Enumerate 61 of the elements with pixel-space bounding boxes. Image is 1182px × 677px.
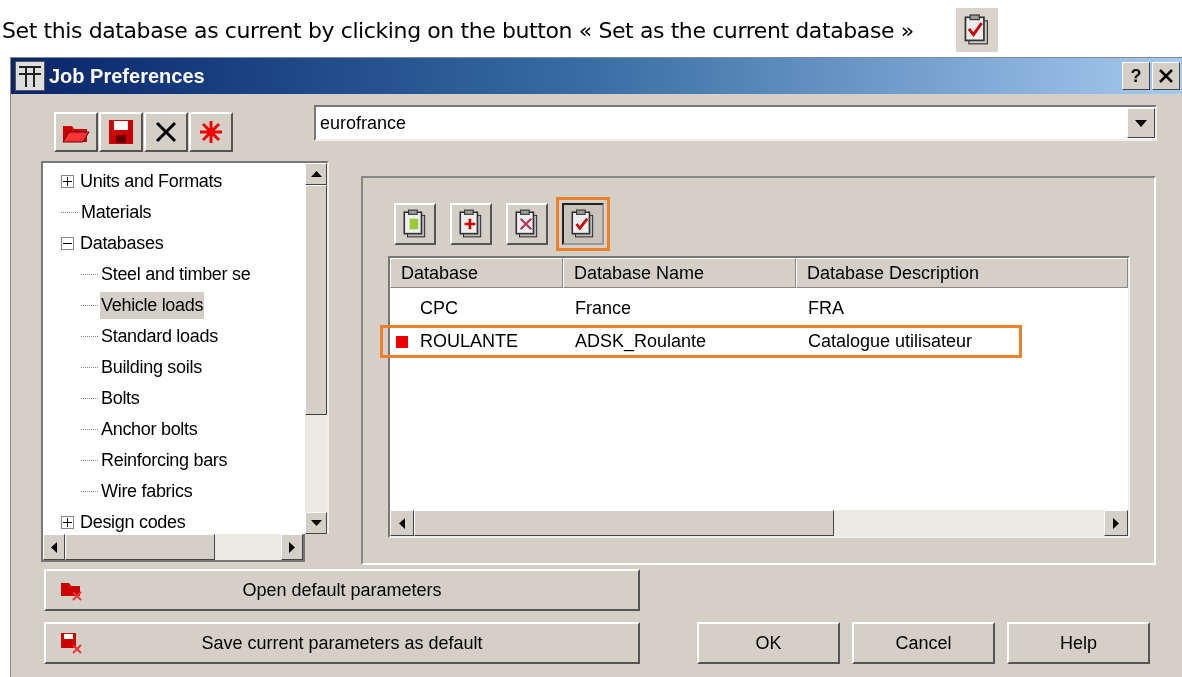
floppy-disk-icon: [60, 632, 84, 654]
scroll-left-icon[interactable]: [43, 534, 65, 560]
tree-item[interactable]: Building soils: [100, 354, 203, 381]
clipboard-check-icon: [955, 8, 998, 52]
tree-item[interactable]: Steel and timber se: [100, 261, 252, 288]
tree-item[interactable]: Reinforcing bars: [100, 447, 229, 474]
scroll-thumb[interactable]: [65, 534, 215, 560]
combo-value: eurofrance: [319, 111, 408, 135]
table-cell-text: Catalogue utilisateur: [808, 330, 973, 353]
tree-item[interactable]: Bolts: [100, 385, 141, 412]
floppy-disk-button[interactable]: [99, 112, 143, 152]
expand-icon[interactable]: [61, 175, 74, 188]
scroll-down-icon[interactable]: [305, 512, 327, 534]
instruction-text: Set this database as current by clicking on the button « Set as the current database »: [2, 17, 914, 45]
close-icon: [1158, 68, 1174, 84]
horizontal-scrollbar[interactable]: [390, 510, 1128, 536]
scroll-thumb[interactable]: [414, 510, 834, 536]
scroll-left-icon[interactable]: [390, 510, 414, 536]
tree-item[interactable]: Anchor bolts: [100, 416, 199, 443]
expand-icon[interactable]: [61, 516, 74, 529]
close-button[interactable]: [1152, 62, 1180, 90]
table-cell-text: FRA: [808, 297, 844, 320]
clipboard-check-icon[interactable]: [562, 203, 604, 245]
tree-item[interactable]: Design codes: [79, 509, 187, 534]
job-combo[interactable]: eurofrance: [314, 105, 1157, 141]
clipboard-plus-icon[interactable]: [450, 203, 492, 245]
tree-item[interactable]: Wire fabrics: [100, 478, 194, 505]
table-cell-text: ADSK_Roulante: [575, 330, 707, 354]
save-defaults-button[interactable]: Save current parameters as default: [44, 622, 640, 664]
star-burst-button[interactable]: [189, 112, 233, 152]
dialog-button[interactable]: Cancel: [852, 622, 995, 664]
scroll-right-icon[interactable]: [281, 534, 303, 560]
column-header[interactable]: Database: [390, 258, 563, 288]
column-header[interactable]: Database Name: [563, 258, 796, 288]
horizontal-scrollbar[interactable]: [41, 534, 305, 562]
table-cell-text: ROULANTE: [420, 330, 518, 353]
table-cell-text: CPC: [420, 297, 458, 320]
star-burst-icon: [198, 119, 224, 145]
dialog-button[interactable]: OK: [697, 622, 840, 664]
delete-button[interactable]: [144, 112, 188, 152]
tree-item[interactable]: Materials: [80, 199, 153, 226]
help-button[interactable]: ?: [1122, 62, 1150, 90]
tree-item[interactable]: Vehicle loads: [100, 292, 205, 319]
dialog-button[interactable]: Help: [1007, 622, 1150, 664]
tree-item[interactable]: Units and Formats: [79, 168, 223, 195]
clipboard-icon[interactable]: [394, 203, 436, 245]
column-header[interactable]: Database Description: [796, 258, 1128, 288]
table-cell-text: France: [575, 297, 632, 320]
close-icon: [153, 119, 179, 145]
window-title: Job Preferences: [49, 64, 206, 89]
scroll-up-icon[interactable]: [305, 163, 327, 185]
collapse-icon[interactable]: [61, 237, 74, 250]
tree-item[interactable]: Standard loads: [100, 323, 219, 350]
folder-button[interactable]: [54, 112, 98, 152]
open-defaults-button[interactable]: Open default parameters: [44, 569, 640, 611]
clipboard-x-icon[interactable]: [506, 203, 548, 245]
vertical-scrollbar[interactable]: [305, 163, 327, 534]
tree-item[interactable]: Databases: [79, 230, 165, 257]
scroll-thumb[interactable]: [305, 185, 327, 415]
scroll-right-icon[interactable]: [1104, 510, 1128, 536]
app-icon: [15, 61, 45, 91]
